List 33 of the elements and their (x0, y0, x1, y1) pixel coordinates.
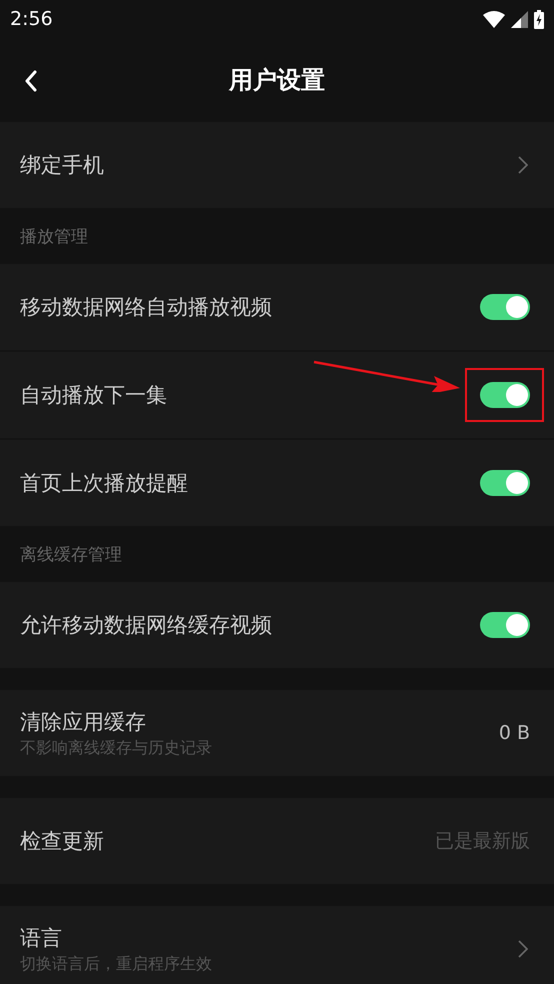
setting-label: 自动播放下一集 (20, 382, 168, 409)
setting-label: 允许移动数据网络缓存视频 (20, 612, 273, 639)
signal-icon (511, 10, 528, 28)
settings-row[interactable]: 绑定手机 (0, 122, 554, 208)
status-time: 2:56 (10, 8, 53, 30)
chevron-right-icon (518, 940, 528, 958)
section-heading: 离线缓存管理 (20, 544, 122, 566)
toggle-switch[interactable] (480, 382, 530, 408)
setting-label: 绑定手机 (20, 152, 105, 179)
battery-icon (534, 10, 544, 28)
setting-label: 移动数据网络自动播放视频 (20, 294, 273, 321)
section-heading: 播放管理 (20, 226, 88, 248)
setting-label: 语言 (20, 924, 63, 952)
page-title: 用户设置 (229, 65, 325, 96)
settings-row[interactable]: 首页上次播放提醒 (0, 440, 554, 526)
setting-label: 清除应用缓存 (20, 708, 147, 736)
setting-label: 检查更新 (20, 828, 105, 855)
setting-description: 不影响离线缓存与历史记录 (20, 738, 213, 758)
settings-row[interactable]: 语言 切换语言后，重启程序生效 (0, 906, 554, 984)
settings-row[interactable]: 移动数据网络自动播放视频 (0, 264, 554, 350)
settings-row[interactable]: 检查更新 已是最新版 (0, 798, 554, 884)
toggle-switch[interactable] (480, 294, 530, 320)
toggle-switch[interactable] (480, 612, 530, 638)
toggle-switch[interactable] (480, 470, 530, 496)
settings-row[interactable]: 清除应用缓存 不影响离线缓存与历史记录 0 B (0, 690, 554, 776)
setting-value: 0 B (498, 722, 530, 744)
setting-label: 首页上次播放提醒 (20, 470, 189, 497)
setting-value: 已是最新版 (435, 829, 530, 854)
wifi-icon (483, 10, 505, 28)
chevron-right-icon (518, 156, 528, 174)
settings-row[interactable]: 自动播放下一集 (0, 352, 554, 438)
setting-description: 切换语言后，重启程序生效 (20, 954, 213, 974)
settings-row[interactable]: 允许移动数据网络缓存视频 (0, 582, 554, 668)
